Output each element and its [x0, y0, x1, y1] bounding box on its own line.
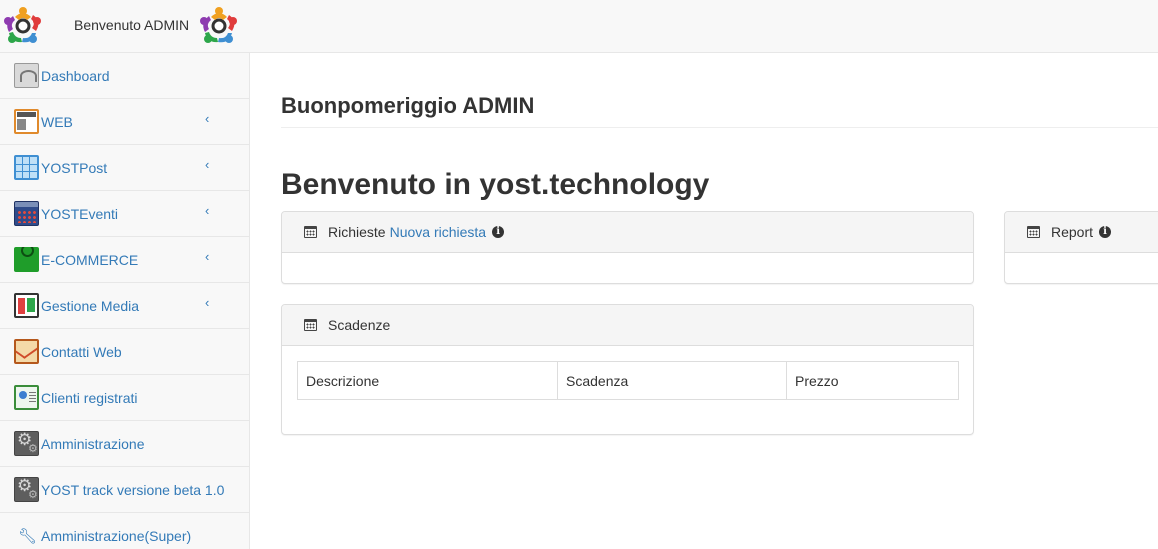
- column-header-descrizione[interactable]: Descrizione: [297, 361, 558, 400]
- calendar-icon: [1027, 226, 1040, 238]
- chevron-left-icon: ‹: [205, 203, 210, 218]
- panel-title: Richieste: [328, 224, 386, 240]
- panel-heading: Scadenze: [282, 305, 973, 346]
- calendar-icon: [304, 226, 317, 238]
- scadenze-table: Descrizione Scadenza Prezzo: [297, 361, 959, 400]
- grid-icon: [14, 155, 39, 180]
- sidebar-item-contatti-web[interactable]: Contatti Web: [0, 329, 249, 375]
- media-icon: [14, 293, 39, 318]
- chevron-left-icon: ‹: [205, 295, 210, 310]
- table-header-row: Descrizione Scadenza Prezzo: [297, 361, 959, 400]
- scadenze-panel: Scadenze Descrizione Scadenza Prezzo: [281, 304, 974, 435]
- welcome-text: Benvenuto ADMIN: [74, 17, 190, 33]
- sidebar-item-label: Amministrazione: [41, 435, 145, 452]
- sidebar-item-label: E-COMMERCE: [41, 251, 139, 268]
- nuova-richiesta-link[interactable]: Nuova richiesta: [390, 224, 487, 240]
- sidebar-item-label: YOSTPost: [41, 159, 108, 176]
- chevron-left-icon: ‹: [205, 249, 210, 264]
- sidebar-item-label: YOSTEventi: [41, 205, 119, 222]
- logo-icon[interactable]: [196, 3, 242, 49]
- panel-heading: Richieste Nuova richiesta i: [282, 212, 973, 253]
- sidebar-item-clienti-registrati[interactable]: Clienti registrati: [0, 375, 249, 421]
- chevron-left-icon: ‹: [205, 111, 210, 126]
- wrench-icon: 🔧︎: [18, 527, 36, 545]
- sidebar-item-ecommerce[interactable]: E-COMMERCE ‹: [0, 237, 249, 283]
- sidebar-item-yostpost[interactable]: YOSTPost ‹: [0, 145, 249, 191]
- top-navbar: Benvenuto ADMIN: [0, 0, 1158, 53]
- sidebar-item-gestione-media[interactable]: Gestione Media ‹: [0, 283, 249, 329]
- sidebar-item-label: Contatti Web: [41, 343, 122, 360]
- sidebar: Dashboard WEB ‹ YOSTPost ‹ YOSTEventi ‹ …: [0, 53, 250, 549]
- sidebar-item-label: WEB: [41, 113, 73, 130]
- report-panel: Report i: [1004, 211, 1158, 284]
- id-card-icon: [14, 385, 39, 410]
- panel-title: Report: [1051, 224, 1094, 240]
- gears-icon: [14, 477, 39, 502]
- richieste-panel: Richieste Nuova richiesta i: [281, 211, 974, 284]
- page-title: Benvenuto in yost.technology: [281, 168, 710, 201]
- column-header-scadenza[interactable]: Scadenza: [557, 361, 787, 400]
- sidebar-item-label: Amministrazione(Super): [41, 528, 192, 544]
- sidebar-item-amministrazione[interactable]: Amministrazione: [0, 421, 249, 467]
- sidebar-item-label: YOST track versione beta 1.0: [41, 481, 225, 498]
- sidebar-item-yosteventi[interactable]: YOSTEventi ‹: [0, 191, 249, 237]
- info-icon[interactable]: i: [492, 226, 505, 238]
- calendar-grid-icon: [14, 201, 39, 226]
- info-icon[interactable]: i: [1099, 226, 1112, 238]
- sidebar-item-label: Clienti registrati: [41, 389, 138, 406]
- panel-heading: Report i: [1005, 212, 1158, 253]
- calendar-icon: [304, 319, 317, 331]
- divider: [281, 127, 1158, 128]
- gears-icon: [14, 431, 39, 456]
- mail-icon: [14, 339, 39, 364]
- shopping-bag-icon: [14, 247, 39, 272]
- chevron-left-icon: ‹: [205, 157, 210, 172]
- sidebar-item-web[interactable]: WEB ‹: [0, 99, 249, 145]
- web-icon: [14, 109, 39, 134]
- greeting-heading: Buonpomeriggio ADMIN: [281, 93, 535, 118]
- dashboard-icon: [14, 63, 39, 88]
- sidebar-item-dashboard[interactable]: Dashboard: [0, 53, 249, 99]
- sidebar-item-label: Dashboard: [41, 67, 110, 84]
- sidebar-item-amministrazione-super[interactable]: 🔧︎ Amministrazione(Super): [0, 513, 249, 549]
- sidebar-item-yost-track[interactable]: YOST track versione beta 1.0: [0, 467, 249, 513]
- main-content: Buonpomeriggio ADMIN Benvenuto in yost.t…: [281, 53, 1158, 549]
- panel-title: Scadenze: [328, 317, 391, 333]
- sidebar-item-label: Gestione Media: [41, 297, 140, 314]
- logo-icon[interactable]: [0, 3, 46, 49]
- column-header-prezzo[interactable]: Prezzo: [786, 361, 959, 400]
